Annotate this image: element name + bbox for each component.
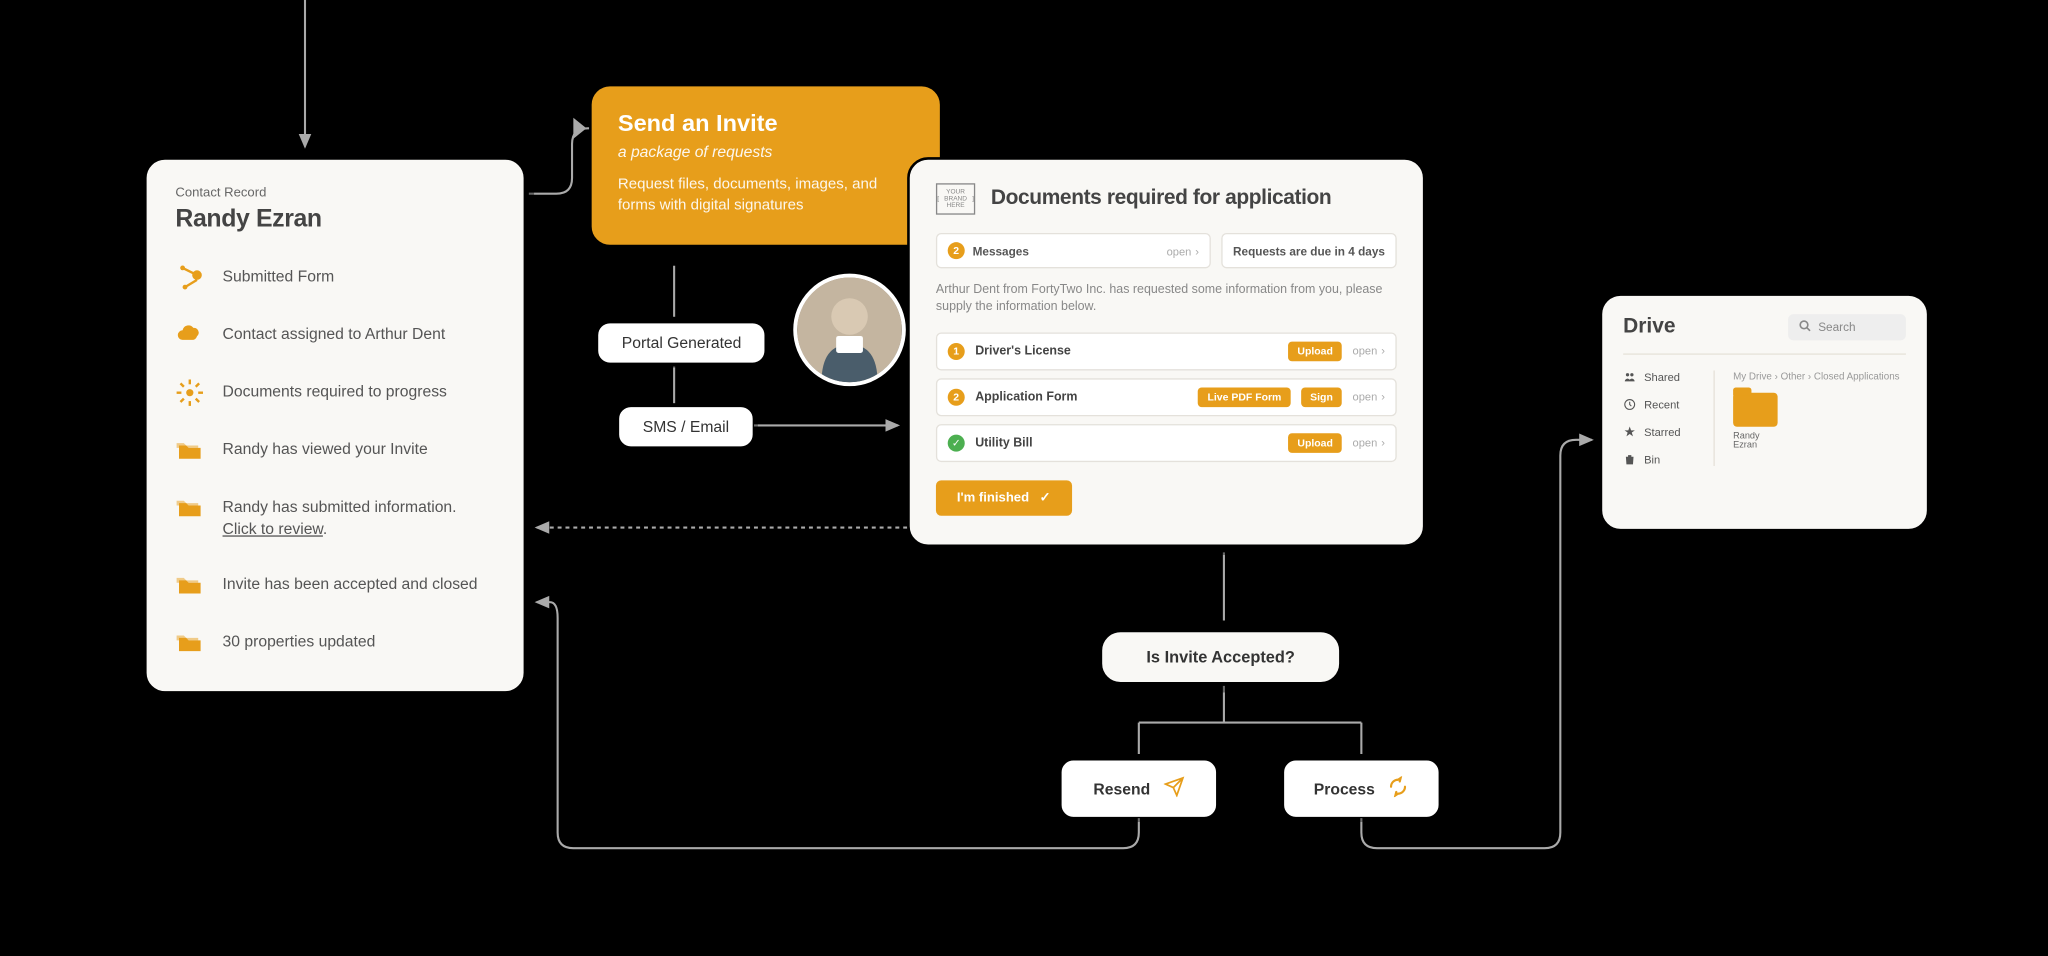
request-row-utility-bill[interactable]: ✓ Utility Bill Upload open › — [936, 424, 1397, 462]
check-icon: ✓ — [1040, 490, 1051, 504]
row-number-badge: 1 — [948, 342, 965, 359]
drive-card: Drive Search Shared Recent Starred Bin M… — [1600, 293, 1930, 531]
folder-label: Randy Ezran — [1733, 432, 1785, 450]
process-button[interactable]: Process — [1283, 759, 1440, 818]
portal-generated-node: Portal Generated — [597, 322, 766, 364]
portal-description: Arthur Dent from FortyTwo Inc. has reque… — [936, 281, 1397, 316]
open-label: open › — [1353, 436, 1385, 449]
open-label: open › — [1353, 390, 1385, 403]
folder-stack-icon — [175, 436, 204, 465]
hubspot-icon — [175, 263, 204, 292]
paper-plane-icon — [1163, 776, 1184, 801]
invite-title: Send an Invite — [618, 110, 914, 137]
portal-title: Documents required for application — [991, 187, 1331, 211]
live-pdf-chip[interactable]: Live PDF Form — [1198, 387, 1290, 407]
activity-text: Documents required to progress — [223, 378, 447, 403]
activity-viewed: Randy has viewed your Invite — [175, 436, 494, 465]
search-icon — [1799, 319, 1812, 335]
search-placeholder: Search — [1818, 321, 1855, 334]
activity-text: Randy has submitted information. Click t… — [223, 493, 495, 541]
salesforce-icon — [175, 321, 204, 350]
activity-text: Randy has viewed your Invite — [223, 436, 428, 461]
activity-accepted: Invite has been accepted and closed — [175, 570, 494, 599]
messages-open-label: open › — [1167, 244, 1199, 257]
drive-nav-shared[interactable]: Shared — [1623, 370, 1705, 383]
activity-text: Submitted Form — [223, 263, 335, 288]
request-name: Driver's License — [975, 344, 1278, 358]
invite-accepted-decision: Is Invite Accepted? — [1100, 630, 1342, 685]
folder-stack-icon — [175, 628, 204, 657]
request-name: Application Form — [975, 390, 1188, 404]
customer-portal-card: [YOUR BRAND HERE] Documents required for… — [907, 157, 1425, 547]
activity-text: 30 properties updated — [223, 628, 376, 653]
messages-box[interactable]: 2 Messages open › — [936, 233, 1211, 268]
background-text-fragment: Cust — [1045, 105, 1109, 139]
send-invite-card: Send an Invite a package of requests Req… — [589, 84, 942, 248]
request-name: Utility Bill — [975, 435, 1278, 449]
contact-record-label: Contact Record — [175, 186, 494, 200]
request-row-drivers-license[interactable]: 1 Driver's License Upload open › — [936, 332, 1397, 370]
activity-properties-updated: 30 properties updated — [175, 628, 494, 657]
messages-label: Messages — [973, 244, 1029, 257]
sms-email-node: SMS / Email — [618, 406, 754, 448]
drive-search-input[interactable]: Search — [1788, 314, 1906, 340]
resend-button[interactable]: Resend — [1060, 759, 1217, 818]
folder-icon — [1733, 393, 1778, 427]
invite-body: Request files, documents, images, and fo… — [618, 174, 914, 216]
brand-logo-placeholder: [YOUR BRAND HERE] — [936, 183, 975, 214]
drive-nav-bin[interactable]: Bin — [1623, 453, 1705, 466]
row-number-badge: 2 — [948, 388, 965, 405]
activity-assigned: Contact assigned to Arthur Dent — [175, 321, 494, 350]
upload-chip[interactable]: Upload — [1288, 341, 1342, 361]
drive-breadcrumb[interactable]: My Drive › Other › Closed Applications — [1733, 370, 1906, 382]
drive-nav-recent[interactable]: Recent — [1623, 398, 1705, 411]
check-icon: ✓ — [948, 434, 965, 451]
drive-title: Drive — [1623, 315, 1675, 339]
activity-docs-required: Documents required to progress — [175, 378, 494, 407]
upload-chip[interactable]: Upload — [1288, 433, 1342, 453]
activity-text: Contact assigned to Arthur Dent — [223, 321, 446, 346]
contact-name: Randy Ezran — [175, 206, 494, 235]
activity-text: Invite has been accepted and closed — [223, 570, 478, 595]
due-date-box: Requests are due in 4 days — [1221, 233, 1396, 268]
folder-stack-icon — [175, 493, 204, 522]
gear-icon — [175, 378, 204, 407]
drive-nav: Shared Recent Starred Bin — [1623, 370, 1715, 466]
activity-submitted-form: Submitted Form — [175, 263, 494, 292]
customer-avatar — [793, 274, 906, 387]
im-finished-button[interactable]: I'm finished ✓ — [936, 480, 1072, 515]
folder-stack-icon — [175, 570, 204, 599]
messages-count-badge: 2 — [948, 242, 965, 259]
drive-folder[interactable]: Randy Ezran — [1733, 393, 1785, 451]
request-row-application-form[interactable]: 2 Application Form Live PDF Form Sign op… — [936, 378, 1397, 416]
activity-submitted-info: Randy has submitted information. Click t… — [175, 493, 494, 541]
sign-chip[interactable]: Sign — [1301, 387, 1342, 407]
cycle-icon — [1388, 776, 1409, 801]
drive-nav-starred[interactable]: Starred — [1623, 425, 1705, 438]
click-to-review-link[interactable]: Click to review — [223, 520, 323, 538]
open-label: open › — [1353, 344, 1385, 357]
contact-record-card: Contact Record Randy Ezran Submitted For… — [144, 157, 526, 693]
invite-subtitle: a package of requests — [618, 143, 914, 161]
